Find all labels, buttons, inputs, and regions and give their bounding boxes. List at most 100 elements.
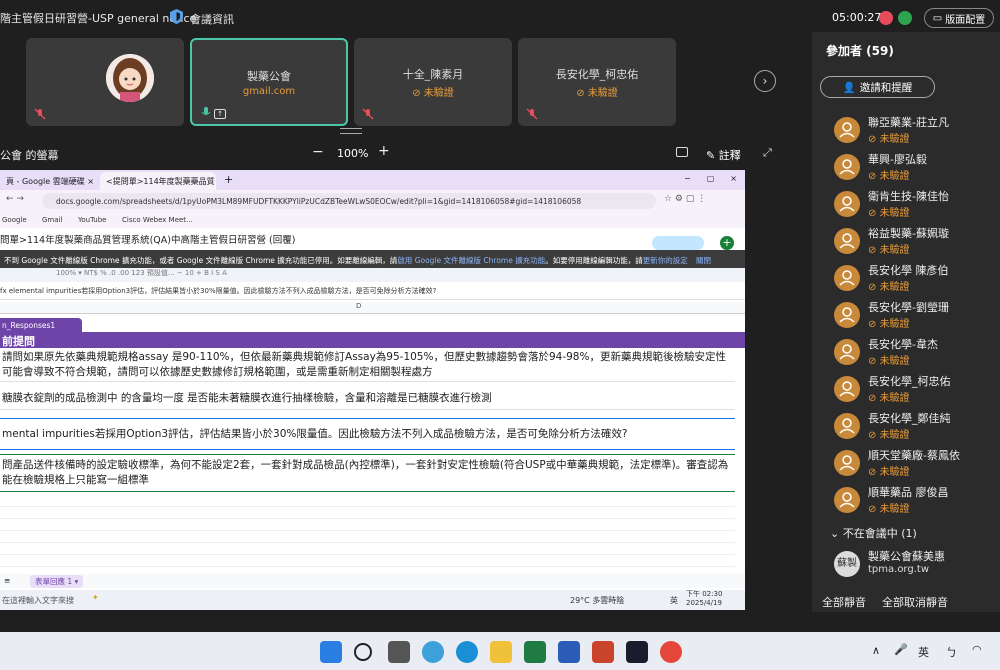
recording-icon[interactable] (879, 11, 893, 25)
zoom-in-button[interactable]: + (378, 143, 390, 159)
os-lang-indicator[interactable]: 英 (918, 644, 929, 660)
copilot-icon[interactable]: ✦ (92, 593, 99, 602)
widgets-icon[interactable] (422, 641, 444, 663)
next-page-button[interactable]: › (754, 70, 776, 92)
remote-clock: 下午 02:30 2025/4/19 (686, 590, 723, 607)
empty-row[interactable] (0, 496, 735, 507)
notice-close-button[interactable]: 關閉 (696, 255, 711, 266)
search-icon[interactable] (354, 643, 372, 661)
participant-item[interactable]: 長安化學-劉瑩珊 ⊘ 未驗證 (834, 299, 994, 336)
table-row[interactable]: 請問如果原先依藥典規範規格assay 是90-110%，但依最新藥典規範修訂As… (0, 350, 735, 382)
bookmark-gmail[interactable]: Gmail (42, 216, 62, 224)
participant-item[interactable]: 衛肯生技-陳佳怡 ⊘ 未驗證 (834, 188, 994, 225)
meeting-timer: 05:00:27 (832, 11, 882, 24)
participant-item[interactable]: 長安化學 陳彥伯 ⊘ 未驗證 (834, 262, 994, 299)
sheets-menu-icon[interactable]: ≡ (4, 576, 10, 585)
ime-icon[interactable]: ㄅ (946, 644, 957, 660)
powerpoint-icon[interactable] (592, 641, 614, 663)
edge-icon[interactable] (456, 641, 478, 663)
participant-item[interactable]: 聯亞藥業-莊立凡 ⊘ 未驗證 (834, 114, 994, 151)
person-icon (839, 418, 855, 434)
file-explorer-icon[interactable] (490, 641, 512, 663)
participant-item[interactable]: 長安化學-韋杰 ⊘ 未驗證 (834, 336, 994, 373)
nav-buttons[interactable]: ← → (6, 194, 24, 204)
url-input[interactable]: docs.google.com/spreadsheets/d/1pyUoPM3L… (42, 193, 656, 209)
empty-row[interactable] (0, 520, 735, 531)
participant-name: 華興-廖弘毅 (868, 153, 927, 166)
sheet-toolbar[interactable]: 100% ▾ NT$ % .0 .00 123 預設值... − 10 + B … (0, 268, 745, 282)
wifi-icon[interactable]: ◠ (972, 643, 982, 656)
windows-start-icon[interactable] (320, 641, 342, 663)
zoom-out-button[interactable]: − (312, 144, 324, 160)
absent-section-toggle[interactable]: ⌄ 不在會議中 (1) (830, 525, 917, 541)
empty-row[interactable] (0, 556, 735, 567)
video-tile-4[interactable]: 長安化學_柯忠佑 ⊘ 未驗證 (518, 38, 676, 126)
chrome-icon[interactable] (660, 641, 682, 663)
remote-search[interactable]: 在這裡輸入文字來搜 (2, 595, 74, 606)
tile-sub: gmail.com (242, 86, 296, 97)
participant-item[interactable]: 順華藥品 廖俊昌 ⊘ 未驗證 (834, 484, 994, 521)
video-tile-2[interactable]: 製藥公會 gmail.com ↑ (190, 38, 348, 126)
formula-bar[interactable]: fx elemental impurities若採用Option3評估，評估結果… (0, 286, 745, 300)
bookmark-google[interactable]: Google (2, 216, 27, 224)
participant-item[interactable]: 裕益製藥-蘇姵璇 ⊘ 未驗證 (834, 225, 994, 262)
bookmark-webex[interactable]: Cisco Webex Meet... (122, 216, 193, 224)
avatar (834, 117, 860, 143)
avatar (834, 376, 860, 402)
avatar (834, 487, 860, 513)
video-tile-3[interactable]: 十全_陳素月 ⊘ 未驗證 (354, 38, 512, 126)
table-row-selected[interactable]: mental impurities若採用Option3評估，評估結果皆小於30%… (0, 418, 735, 450)
settings-link[interactable]: 更新你的設定 (643, 256, 688, 265)
mic-icon[interactable]: 🎤 (894, 643, 908, 656)
enable-offline-link[interactable]: 啟用 Google 文件離線版 Chrome 擴充功能 (397, 256, 545, 265)
unmute-all-button[interactable]: 全部取消靜音 (882, 594, 948, 610)
extension-icons[interactable]: ☆ ⚙ ▢ ⋮ (664, 194, 706, 204)
named-range-chip[interactable]: n_Responses1 (0, 318, 82, 332)
remote-taskbar: 在這裡輸入文字來搜 ✦ 29°C 多雲時陰 英 下午 02:30 2025/4/1… (0, 590, 745, 610)
table-row[interactable]: 問產品送件核備時的設定驗收標準，為何不能設定2套，一套針對成品檢品(內控標準)，… (0, 454, 735, 492)
empty-row[interactable] (0, 508, 735, 519)
excel-icon[interactable] (524, 641, 546, 663)
shield-icon[interactable] (170, 9, 183, 24)
empty-row[interactable] (0, 532, 735, 543)
webex-icon[interactable] (626, 641, 648, 663)
participant-item[interactable]: 長安化學_柯忠佑 ⊘ 未驗證 (834, 373, 994, 410)
participant-item[interactable]: 順天堂藥廠-蔡鳳依 ⊘ 未驗證 (834, 447, 994, 484)
layout-button[interactable]: ▭ 版面配置 (924, 8, 994, 28)
video-tile-1[interactable] (26, 38, 184, 126)
window-controls[interactable]: −▢× (684, 174, 745, 183)
participant-name: 衛肯生技-陳佳怡 (868, 190, 949, 203)
participant-item[interactable]: 華興-廖弘毅 ⊘ 未驗證 (834, 151, 994, 188)
meeting-info-link[interactable]: 會議資訊 (190, 11, 234, 27)
share-label: 公會 的螢幕 (0, 149, 59, 162)
word-icon[interactable] (558, 641, 580, 663)
task-view-icon[interactable] (388, 641, 410, 663)
table-row[interactable]: 糖膜衣錠劑的成品檢測中 的含量均一度 是否能未著糖膜衣進行抽樣檢驗，含量和溶離是… (0, 388, 735, 410)
column-header: D (0, 302, 745, 314)
resize-handle[interactable] (340, 128, 362, 134)
add-icon[interactable]: + (720, 236, 734, 250)
sheet-tab[interactable]: 表單回應 1 ▾ (30, 575, 84, 588)
browser-tab[interactable]: 頁 - Google 雲端硬碟 × (0, 172, 94, 190)
empty-row[interactable] (0, 544, 735, 555)
mic-muted-icon (362, 108, 374, 120)
participant-name: 長安化學-韋杰 (868, 338, 938, 351)
mic-muted-icon (526, 108, 538, 120)
bookmark-youtube[interactable]: YouTube (78, 216, 106, 224)
participant-item[interactable]: 長安化學_鄭佳純 ⊘ 未驗證 (834, 410, 994, 447)
expand-icon[interactable]: ⤢ (763, 146, 772, 160)
tile-name: 十全_陳素月 (402, 68, 464, 81)
annotate-button[interactable]: ✎ 註釋 (706, 147, 741, 163)
participant-status: ⊘ 未驗證 (868, 282, 910, 293)
lang-indicator[interactable]: 英 (670, 595, 678, 606)
mute-all-button[interactable]: 全部靜音 (822, 594, 866, 610)
new-tab-button[interactable]: + (224, 173, 233, 186)
browser-tab-active[interactable]: <提問單>114年度製藥藥品質 (100, 172, 216, 190)
invite-button[interactable]: 👤 邀請和提醒 (820, 76, 935, 98)
doc-title[interactable]: 問單>114年度製藥商品質管理系統(QA)中高階主管假日研習營 (回覆) (0, 232, 295, 246)
screen-icon[interactable] (676, 147, 688, 157)
tray-chevron-up-icon[interactable]: ∧ (872, 644, 880, 657)
share-doc-button[interactable] (652, 236, 704, 250)
header-row[interactable]: 前提問 (0, 332, 745, 348)
absent-participant[interactable]: 蘇製 製藥公會蘇美惠 tpma.org.tw (834, 548, 994, 585)
